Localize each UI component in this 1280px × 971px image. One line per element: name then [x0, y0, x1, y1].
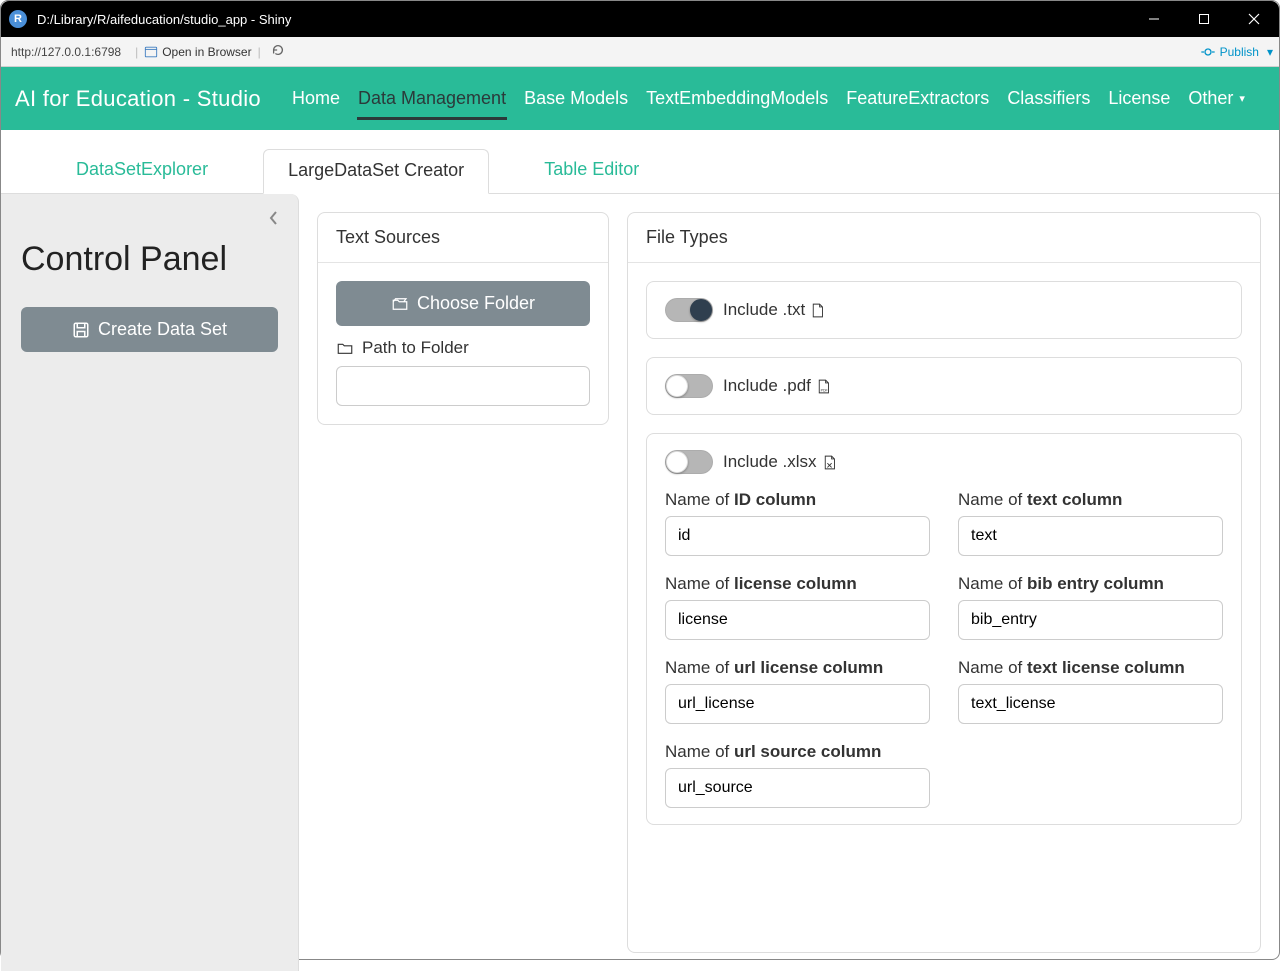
include-pdf-label: Include .pdf PDF [723, 376, 832, 396]
subtab-large-dataset-creator[interactable]: LargeDataSet Creator [263, 149, 489, 194]
save-icon [72, 321, 90, 339]
file-xlsx-icon [821, 454, 838, 471]
collapse-sidebar-button[interactable] [266, 210, 282, 229]
xlsx-url-license-column-field: Name of url license column [665, 658, 930, 724]
file-types-card: File Types Include .txt [627, 212, 1261, 953]
chevron-down-icon: ▾ [1267, 45, 1273, 59]
nav-classifiers[interactable]: Classifiers [998, 67, 1099, 130]
refresh-button[interactable] [271, 43, 285, 60]
window-titlebar: R D:/Library/R/aifeducation/studio_app -… [1, 1, 1279, 37]
nav-feature-extractors[interactable]: FeatureExtractors [837, 67, 998, 130]
xlsx-text-license-column-input[interactable] [958, 684, 1223, 724]
window-maximize-button[interactable] [1179, 1, 1229, 37]
nav-license[interactable]: License [1099, 67, 1179, 130]
nav-data-management[interactable]: Data Management [349, 67, 515, 130]
choose-folder-button[interactable]: Choose Folder [336, 281, 590, 326]
browser-toolbar: http://127.0.0.1:6798 | Open in Browser … [1, 37, 1279, 67]
subtab-table-editor[interactable]: Table Editor [519, 148, 664, 193]
window-minimize-button[interactable] [1129, 1, 1179, 37]
include-txt-section: Include .txt [646, 281, 1242, 339]
window-close-button[interactable] [1229, 1, 1279, 37]
xlsx-license-column-input[interactable] [665, 600, 930, 640]
xlsx-url-source-column-input[interactable] [665, 768, 930, 808]
window-title: D:/Library/R/aifeducation/studio_app - S… [37, 12, 1129, 27]
create-dataset-button[interactable]: Create Data Set [21, 307, 278, 352]
xlsx-id-column-field: Name of ID column [665, 490, 930, 556]
sub-tab-bar: DataSetExplorer LargeDataSet Creator Tab… [1, 130, 1279, 194]
subtab-dataset-explorer[interactable]: DataSetExplorer [51, 148, 233, 193]
chevron-down-icon: ▾ [1239, 92, 1245, 105]
refresh-icon [271, 43, 285, 57]
chevron-left-icon [266, 210, 282, 226]
url-text[interactable]: http://127.0.0.1:6798 [11, 45, 121, 59]
xlsx-license-column-field: Name of license column [665, 574, 930, 640]
app-icon: R [9, 10, 27, 28]
folder-open-icon [391, 295, 409, 313]
xlsx-url-source-column-field: Name of url source column [665, 742, 930, 808]
file-pdf-icon: PDF [815, 378, 832, 395]
xlsx-text-license-column-field: Name of text license column [958, 658, 1223, 724]
control-panel-sidebar: Control Panel Create Data Set [1, 194, 299, 971]
nav-text-embedding-models[interactable]: TextEmbeddingModels [637, 67, 837, 130]
main-navbar: AI for Education - Studio Home Data Mana… [1, 67, 1279, 130]
xlsx-text-column-field: Name of text column [958, 490, 1223, 556]
publish-button[interactable]: Publish ▾ [1200, 44, 1273, 60]
xlsx-url-license-column-input[interactable] [665, 684, 930, 724]
file-types-header: File Types [628, 213, 1260, 263]
nav-other[interactable]: Other ▾ [1179, 67, 1254, 130]
path-to-folder-label: Path to Folder [336, 338, 590, 358]
nav-home[interactable]: Home [283, 67, 349, 130]
file-txt-icon [809, 302, 826, 319]
path-to-folder-input[interactable] [336, 366, 590, 406]
xlsx-bib-entry-column-input[interactable] [958, 600, 1223, 640]
brand-title: AI for Education - Studio [15, 86, 261, 112]
nav-base-models[interactable]: Base Models [515, 67, 637, 130]
include-pdf-section: Include .pdf PDF [646, 357, 1242, 415]
xlsx-id-column-input[interactable] [665, 516, 930, 556]
include-txt-label: Include .txt [723, 300, 826, 320]
include-xlsx-label: Include .xlsx [723, 452, 838, 472]
text-sources-card: Text Sources Choose Folder Path to Folde… [317, 212, 609, 425]
include-txt-toggle[interactable] [665, 298, 713, 322]
svg-text:PDF: PDF [821, 388, 829, 392]
sidebar-title: Control Panel [21, 240, 278, 279]
window-open-icon [144, 45, 158, 59]
open-in-browser-button[interactable]: Open in Browser [144, 45, 251, 59]
include-xlsx-section: Include .xlsx Name of ID column Name of … [646, 433, 1242, 825]
text-sources-header: Text Sources [318, 213, 608, 263]
folder-icon [336, 339, 354, 357]
xlsx-bib-entry-column-field: Name of bib entry column [958, 574, 1223, 640]
publish-icon [1200, 44, 1216, 60]
include-pdf-toggle[interactable] [665, 374, 713, 398]
xlsx-text-column-input[interactable] [958, 516, 1223, 556]
include-xlsx-toggle[interactable] [665, 450, 713, 474]
